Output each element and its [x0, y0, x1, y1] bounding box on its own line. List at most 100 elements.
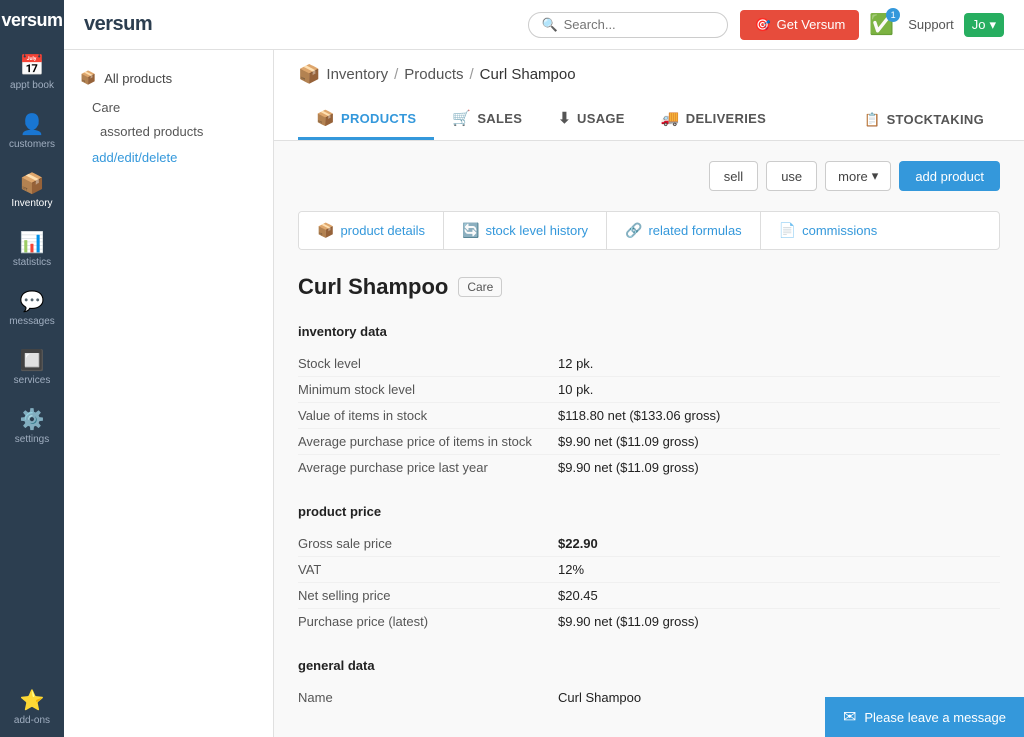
vat-value: 12%	[558, 562, 584, 577]
all-products-label: All products	[104, 71, 172, 86]
more-button[interactable]: more ▾	[825, 161, 891, 191]
badge-count: 1	[886, 8, 900, 22]
tab-products-icon: 📦	[316, 109, 335, 127]
main-content: 📦 Inventory / Products / Curl Shampoo 📦 …	[274, 50, 1024, 737]
stock-level-label: Stock level	[298, 356, 558, 371]
support-link[interactable]: Support	[908, 17, 954, 32]
search-icon: 🔍	[541, 17, 557, 33]
tab-stocktaking-icon: 📋	[864, 112, 881, 128]
stock-history-icon: 🔄	[462, 222, 479, 239]
inventory-data-section: inventory data Stock level 12 pk. Minimu…	[298, 324, 1000, 480]
user-avatar[interactable]: Jo ▾	[964, 13, 1004, 37]
name-value: Curl Shampoo	[558, 690, 641, 705]
get-versum-button[interactable]: 🎯 Get Versum	[740, 10, 859, 40]
content-layout: 📦 All products Care assorted products ad…	[64, 50, 1024, 737]
min-stock-level-value: 10 pk.	[558, 382, 593, 397]
tab-products-label: PRODUCTS	[341, 111, 416, 126]
product-name: Curl Shampoo	[298, 274, 448, 300]
main-area: versum 🔍 🎯 Get Versum ✅ 1 Support Jo ▾ 📦…	[64, 0, 1024, 737]
tab-sales[interactable]: 🛒 SALES	[434, 99, 540, 140]
floating-chat-button[interactable]: ✉ Please leave a message	[825, 697, 1024, 737]
product-tab-stock-history[interactable]: 🔄 stock level history	[444, 212, 607, 249]
gross-sale-price-row: Gross sale price $22.90	[298, 531, 1000, 557]
sidebar-label-appt-book: appt book	[10, 80, 54, 92]
product-price-heading: product price	[298, 504, 1000, 519]
value-in-stock-value: $118.80 net ($133.06 gross)	[558, 408, 720, 423]
sidebar-item-statistics[interactable]: 📊 statistics	[0, 220, 64, 279]
more-dropdown-icon: ▾	[872, 168, 879, 184]
tab-deliveries-icon: 🚚	[661, 109, 680, 127]
tab-stocktaking[interactable]: 📋 STOCKTAKING	[848, 102, 1000, 138]
care-group-label[interactable]: Care	[64, 94, 273, 119]
tab-deliveries[interactable]: 🚚 DELIVERIES	[643, 99, 784, 140]
assorted-products-nav-item[interactable]: assorted products	[64, 119, 273, 144]
vat-label: VAT	[298, 562, 558, 577]
add-edit-delete-link[interactable]: add/edit/delete	[64, 144, 273, 171]
user-initials: Jo	[972, 17, 986, 32]
inventory-icon: 📦	[20, 171, 45, 196]
sidebar-item-messages[interactable]: 💬 messages	[0, 279, 64, 338]
chat-icon: ✉	[843, 707, 856, 727]
sidebar-item-services[interactable]: 🔲 services	[0, 338, 64, 397]
breadcrumb-sep-2: /	[470, 66, 474, 83]
get-versum-icon: 🎯	[754, 17, 770, 33]
top-header: versum 🔍 🎯 Get Versum ✅ 1 Support Jo ▾	[64, 0, 1024, 50]
avg-purchase-price-value: $9.90 net ($11.09 gross)	[558, 434, 699, 449]
vat-row: VAT 12%	[298, 557, 1000, 583]
tab-products[interactable]: 📦 PRODUCTS	[298, 99, 434, 140]
tab-deliveries-label: DELIVERIES	[686, 111, 766, 126]
tab-usage[interactable]: ⬇ USAGE	[540, 99, 643, 140]
sidebar-label-customers: customers	[9, 139, 55, 151]
purchase-price-latest-label: Purchase price (latest)	[298, 614, 558, 629]
assorted-products-label: assorted products	[100, 124, 203, 139]
use-button[interactable]: use	[766, 161, 817, 191]
purchase-price-latest-value: $9.90 net ($11.09 gross)	[558, 614, 699, 629]
avg-purchase-last-year-row: Average purchase price last year $9.90 n…	[298, 455, 1000, 480]
product-price-section: product price Gross sale price $22.90 VA…	[298, 504, 1000, 634]
action-bar: sell use more ▾ add product	[298, 161, 1000, 191]
product-tab-related-formulas-label: related formulas	[648, 223, 741, 238]
gross-sale-price-value: $22.90	[558, 536, 598, 551]
all-products-nav-item[interactable]: 📦 All products	[64, 62, 273, 94]
breadcrumb-inventory: Inventory	[326, 66, 388, 83]
product-tab-commissions[interactable]: 📄 commissions	[761, 212, 896, 249]
product-tab-commissions-label: commissions	[802, 223, 877, 238]
product-tab-details[interactable]: 📦 product details	[299, 212, 444, 249]
sell-button[interactable]: sell	[709, 161, 759, 191]
notification-badge[interactable]: ✅ 1	[869, 12, 894, 37]
breadcrumb-products: Products	[404, 66, 463, 83]
add-edit-delete-label: add/edit/delete	[92, 150, 177, 165]
sidebar-item-appt-book[interactable]: 📅 appt book	[0, 43, 64, 102]
sidebar-label-messages: messages	[9, 316, 55, 328]
avg-purchase-last-year-value: $9.90 net ($11.09 gross)	[558, 460, 699, 475]
sidebar-item-settings[interactable]: ⚙️ settings	[0, 397, 64, 456]
search-bar[interactable]: 🔍	[528, 12, 728, 38]
app-logo: versum	[1, 10, 62, 31]
product-title-row: Curl Shampoo Care	[298, 274, 1000, 300]
header-logo: versum	[84, 13, 152, 36]
tab-usage-label: USAGE	[577, 111, 625, 126]
messages-icon: 💬	[20, 289, 45, 314]
breadcrumb-current: Curl Shampoo	[480, 66, 576, 83]
sidebar-item-customers[interactable]: 👤 customers	[0, 102, 64, 161]
product-tab-related-formulas[interactable]: 🔗 related formulas	[607, 212, 761, 249]
commissions-icon: 📄	[779, 222, 796, 239]
product-tab-stock-history-label: stock level history	[485, 223, 588, 238]
sidebar-item-add-ons[interactable]: ⭐ add-ons	[0, 678, 64, 737]
sidebar-item-inventory[interactable]: 📦 Inventory	[0, 161, 64, 220]
add-product-button[interactable]: add product	[899, 161, 1000, 191]
name-label: Name	[298, 690, 558, 705]
net-selling-price-row: Net selling price $20.45	[298, 583, 1000, 609]
chat-label: Please leave a message	[864, 710, 1006, 725]
add-ons-icon: ⭐	[20, 688, 45, 713]
breadcrumb-sep-1: /	[394, 66, 398, 83]
net-selling-price-label: Net selling price	[298, 588, 558, 603]
value-in-stock-row: Value of items in stock $118.80 net ($13…	[298, 403, 1000, 429]
net-selling-price-value: $20.45	[558, 588, 598, 603]
settings-icon: ⚙️	[20, 407, 45, 432]
sidebar: versum 📅 appt book 👤 customers 📦 Invento…	[0, 0, 64, 737]
search-input[interactable]	[564, 17, 714, 32]
tab-stocktaking-label: STOCKTAKING	[887, 112, 984, 127]
gross-sale-price-label: Gross sale price	[298, 536, 558, 551]
statistics-icon: 📊	[20, 230, 45, 255]
